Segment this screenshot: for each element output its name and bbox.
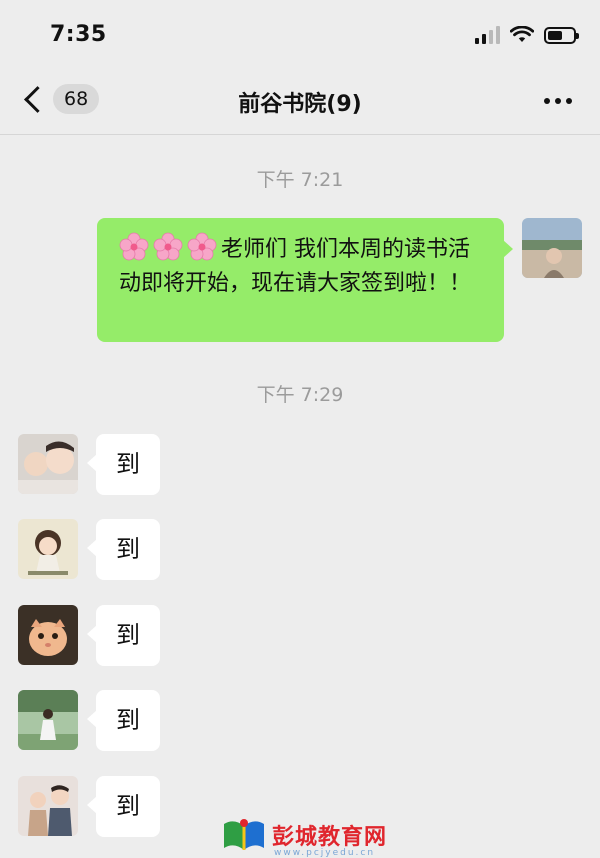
incoming-message-bubble[interactable]: 到 [87,776,160,837]
battery-icon [544,26,579,44]
member-avatar[interactable] [18,605,78,665]
cherry-blossom-icon [119,232,149,261]
incoming-message-bubble[interactable]: 到 [87,690,160,751]
watermark-url: www.pcjyedu.cn [274,848,376,858]
watermark-text: 彭城教育网 [272,825,388,850]
incoming-message-bubble[interactable]: 到 [87,605,160,666]
site-watermark: 彭城教育网 www.pcjyedu.cn [222,818,388,858]
cherry-blossom-icon [187,232,217,261]
member-avatar[interactable] [18,519,78,579]
incoming-message-bubble[interactable]: 到 [87,519,160,580]
open-book-logo-icon [224,819,264,850]
status-time: 7:35 [50,22,107,47]
more-options-button[interactable] [544,98,572,104]
member-avatar[interactable] [18,434,78,494]
member-avatar[interactable] [18,690,78,750]
message-timestamp: 下午 7:21 [256,169,344,191]
cellular-signal-icon [475,26,500,44]
my-avatar[interactable] [522,218,582,278]
message-timestamp: 下午 7:29 [256,384,344,406]
chat-header: 68 前谷书院(9) [0,70,600,135]
incoming-message-bubble[interactable]: 到 [87,434,160,495]
status-icons [475,26,579,44]
wifi-icon [510,26,534,42]
outgoing-message-bubble[interactable]: 老师们 我们本周的读书活动即将开始，现在请大家签到啦！！ [97,218,513,342]
member-avatar[interactable] [18,776,78,836]
more-dots-icon [544,98,550,104]
status-bar: 7:35 [0,0,600,70]
cherry-blossom-icon [153,232,183,261]
chat-title: 前谷书院(9) [238,92,362,117]
